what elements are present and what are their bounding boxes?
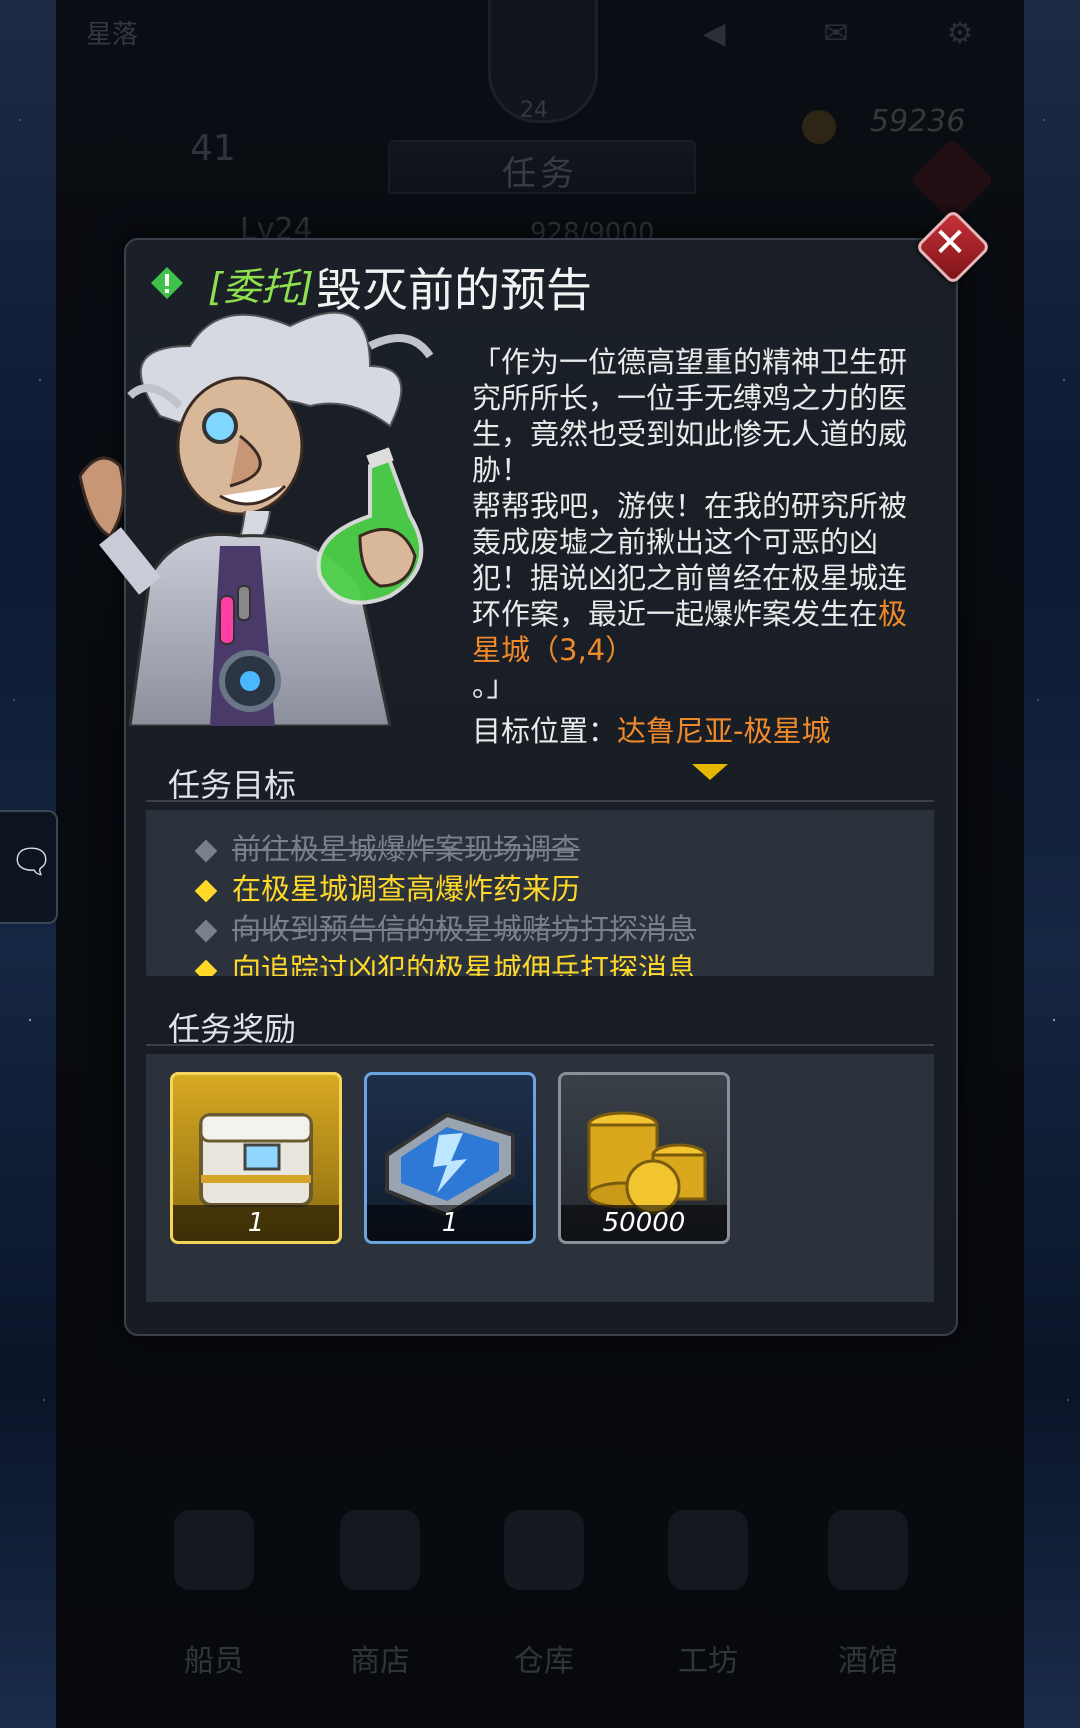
energy-count: 41: [190, 128, 236, 169]
nav-shop-label: 商店: [350, 1644, 410, 1679]
speaker-icon: ◀: [702, 16, 726, 51]
warehouse-icon: [504, 1510, 584, 1590]
nav-tavern-label: 酒馆: [838, 1644, 898, 1679]
diamond-bullet-icon: [194, 919, 218, 943]
objective-text: 向追踪过凶犯的极星城佣兵打探消息: [232, 952, 697, 976]
reward-count: 1: [367, 1205, 533, 1241]
shop-icon: [340, 1510, 420, 1590]
reward-count: 1: [173, 1205, 339, 1241]
quote-line: 环作案，最近一起爆炸案发生在极: [472, 596, 942, 632]
tab-title: 任务: [502, 154, 578, 194]
quote-text: 环作案，最近一起爆炸案发生在: [472, 597, 879, 631]
coin-icon: [802, 110, 836, 144]
target-value-link[interactable]: 达鲁尼亚-极星城: [617, 714, 830, 748]
gear-icon: ⚙: [946, 16, 974, 51]
diamond-bullet-icon: [194, 839, 218, 863]
nav-tavern: 酒馆: [808, 1510, 928, 1680]
location-link[interactable]: 极: [878, 597, 907, 631]
reward-item-gold-coins[interactable]: 50000: [558, 1072, 730, 1244]
mail-icon: ✉: [823, 16, 849, 51]
scientist-portrait: [78, 311, 434, 726]
quote-line: 轰成废墟之前揪出这个可恶的凶: [472, 525, 879, 559]
workshop-icon: [668, 1510, 748, 1590]
location-link[interactable]: 星城（3,4）: [472, 632, 942, 668]
reward-count: 50000: [561, 1205, 727, 1241]
tavern-icon: [828, 1510, 908, 1590]
target-label: 目标位置：: [472, 714, 618, 748]
nav-workshop-label: 工坊: [678, 1644, 738, 1679]
quote-line: 帮帮我吧，游侠！在我的研究所被: [472, 489, 908, 523]
objective-item: 在极星城调查高爆炸药来历: [194, 866, 581, 908]
objective-item: 向收到预告信的极星城赌坊打探消息: [194, 906, 697, 948]
quote-line: 。」: [472, 669, 516, 703]
diamond-bullet-icon: [194, 879, 218, 903]
objective-text: 向收到预告信的极星城赌坊打探消息: [232, 912, 697, 946]
coin-count: 59236: [870, 104, 966, 139]
space-background-right: [1024, 0, 1080, 1728]
quote-line: 究所所长，一位手无缚鸡之力的医: [472, 381, 908, 415]
objective-item: 向追踪过凶犯的极星城佣兵打探消息: [194, 946, 697, 976]
nav-crew: 船员: [154, 1510, 274, 1680]
nav-warehouse-label: 仓库: [514, 1644, 574, 1679]
divider: [146, 800, 934, 802]
quote-line: 胁！: [472, 453, 531, 487]
quote-line: 生，竟然也受到如此惨无人道的威: [472, 417, 908, 451]
nav-crew-label: 船员: [184, 1644, 244, 1679]
chat-icon[interactable]: 🗨: [10, 842, 53, 882]
quote-line: 犯！据说凶犯之前曾经在极星城连: [472, 561, 908, 595]
expand-arrow-icon[interactable]: [692, 764, 728, 780]
reward-item-supply-crate[interactable]: 1: [170, 1072, 342, 1244]
objective-item: 前往极星城爆炸案现场调查: [194, 826, 581, 868]
player-name: 星落: [86, 20, 139, 50]
divider: [146, 1044, 934, 1046]
close-icon: ✕: [933, 220, 967, 266]
nav-workshop: 工坊: [648, 1510, 768, 1680]
objectives-list[interactable]: 前往极星城爆炸案现场调查 在极星城调查高爆炸药来历 向收到预告信的极星城赌坊打探…: [146, 810, 934, 976]
close-button[interactable]: ✕: [914, 208, 992, 286]
quote-line: 「作为一位德高望重的精神卫生研: [472, 345, 908, 379]
emblem-level: 24: [520, 98, 548, 123]
reward-item-energy-chest[interactable]: 1: [364, 1072, 536, 1244]
target-location: 目标位置：达鲁尼亚-极星城: [472, 708, 830, 750]
nav-warehouse: 仓库: [484, 1510, 604, 1680]
diamond-bullet-icon: [194, 959, 218, 976]
objective-text: 前往极星城爆炸案现场调查: [232, 832, 581, 866]
crew-icon: [174, 1510, 254, 1590]
nav-shop: 商店: [320, 1510, 440, 1680]
quest-description: 「作为一位德高望重的精神卫生研 究所所长，一位手无缚鸡之力的医 生，竟然也受到如…: [472, 344, 942, 704]
objective-text: 在极星城调查高爆炸药来历: [232, 872, 581, 906]
